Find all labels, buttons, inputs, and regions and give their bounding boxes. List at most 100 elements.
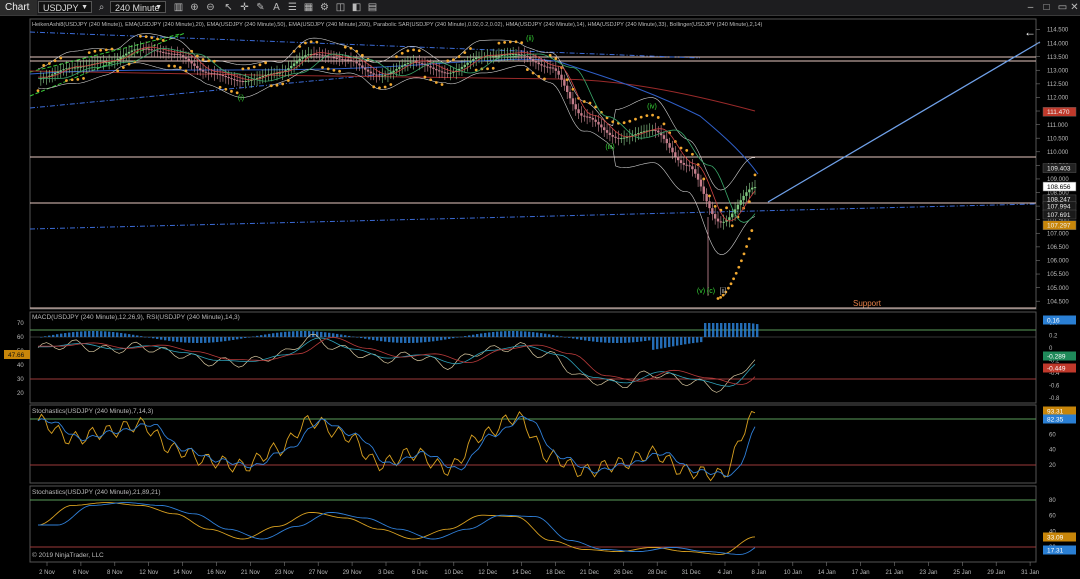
candle-body [750,187,754,190]
stoch1-panel-frame [29,404,1037,484]
date-tick-label: 14 Jan [818,570,836,576]
tile-icon[interactable]: ▤ [366,1,379,14]
macd-hist-bar [168,337,171,341]
macd-hist-bar [688,337,691,344]
candle-body [400,65,404,68]
candle-body [221,75,225,77]
sar-dot [321,66,324,69]
instrument-selector[interactable]: USDJPY ▼ [38,1,92,13]
date-tick-label: 14 Nov [173,570,192,576]
candle-body [452,71,455,73]
sar-dot [383,85,387,89]
macd-hist-bar [84,331,87,337]
macd-hist-bar [196,337,199,343]
date-tick-label: 12 Nov [139,570,158,576]
sar-dot [121,66,125,69]
candle-body [429,66,432,68]
close-icon[interactable]: ✕ [1068,1,1080,14]
zoom-out-icon[interactable]: ⊖ [204,1,217,14]
price-badge-label: 108.656 [1047,184,1071,191]
bar-chart-icon[interactable]: ▥ [172,1,185,14]
macd-hist-bar [116,332,119,337]
date-x-axis[interactable]: 2 Nov 6 Nov 8 Nov 12 Nov 14 Nov 16 Nov 21 Nov 2… [39,562,1039,576]
hide-icon[interactable]: ◧ [350,1,363,14]
layout-icon[interactable]: ▦ [302,1,315,14]
sar-dot [745,245,748,248]
candle-body [338,58,341,60]
candle-body [597,121,600,125]
sar-dot [400,51,404,55]
settings-icon[interactable]: ⚙ [318,1,331,14]
draw-icon[interactable]: ✎ [254,1,267,14]
candle-body [554,68,558,71]
stoch2-axis: 8060402033.0917.31 [1043,498,1076,555]
candle-body [639,132,643,134]
zoom-in-icon[interactable]: ⊕ [188,1,201,14]
sar-dot [104,48,108,52]
candle-body [696,173,700,180]
macd-hist-bar [44,336,47,337]
macd-hist-bar [528,331,531,337]
price-tick-label: 110.000 [1047,150,1069,156]
pointer-icon[interactable]: ↖ [222,1,235,14]
candle-body [688,165,691,167]
lock-icon[interactable]: ◫ [334,1,347,14]
candle-body [375,74,378,76]
candle-body [449,72,452,74]
candle-body [307,54,310,56]
stoch1-badge-label: 93.31 [1047,408,1064,415]
sar-dot [286,79,290,82]
candle-body [247,80,250,82]
macd-hist-bar [624,337,627,343]
macd-hist-bar [628,337,631,343]
search-icon[interactable]: ⌕ [95,1,108,14]
macd-hist-bar [356,337,359,338]
sar-dot [372,85,376,89]
macd-hist-bar [160,337,163,340]
macd-hist-bar [392,337,395,343]
macd-hist-bar [492,331,495,337]
minimize-icon[interactable]: – [1024,1,1037,14]
maximize-icon[interactable]: □ [1040,1,1053,14]
sar-dot [378,86,381,90]
macd-hist-bar [556,335,559,337]
macd-tick-label: -0.8 [1049,396,1060,402]
interval-selector[interactable]: 240 Minute ▼ [110,1,166,13]
candle-body [580,113,583,116]
date-tick-label: 23 Nov [275,570,294,576]
macd-hist-bar [660,337,663,349]
macd-hist-bar [524,331,527,337]
date-tick-label: 28 Dec [648,570,667,576]
macd-hist-bar [352,336,355,338]
candle-body [691,166,694,170]
properties-icon[interactable]: ☰ [286,1,299,14]
candle-body [614,136,617,138]
candle-body [352,60,356,62]
crosshair-icon[interactable]: ✛ [238,1,251,14]
macd-hist-bar [560,336,563,337]
macd-hist-bar [620,337,623,343]
price-tick-label: 105.500 [1047,272,1069,278]
macd-hist-bar [156,337,159,339]
macd-hist-bar [120,332,123,337]
back-arrow-icon[interactable]: ← [1024,25,1036,39]
macd-hist-bar [444,337,447,340]
macd-hist-bar [704,323,707,337]
text-icon[interactable]: A [270,1,283,14]
candle-body [474,57,478,60]
macd-hist-bar [40,337,43,338]
candle-body [506,54,509,56]
macd-panel-label: MACD(USDJPY (240 Minute),12,26,9), RSI(U… [32,314,240,321]
macd-hist-bar [668,337,671,348]
macd-hist-bar [504,331,507,337]
sar-dot [753,173,757,177]
macd-hist-bar [332,333,335,337]
chart-area[interactable]: HeikenAshi8(USDJPY (240 Minute)), EMA(US… [0,16,1080,579]
candle-body [105,62,108,64]
sar-dot [235,91,239,95]
rsi-tick-label: 30 [17,377,24,383]
macd-hist-bar [720,323,723,337]
candle-body [682,162,686,165]
date-tick-label: 14 Dec [512,570,531,576]
candle-body [227,77,230,79]
